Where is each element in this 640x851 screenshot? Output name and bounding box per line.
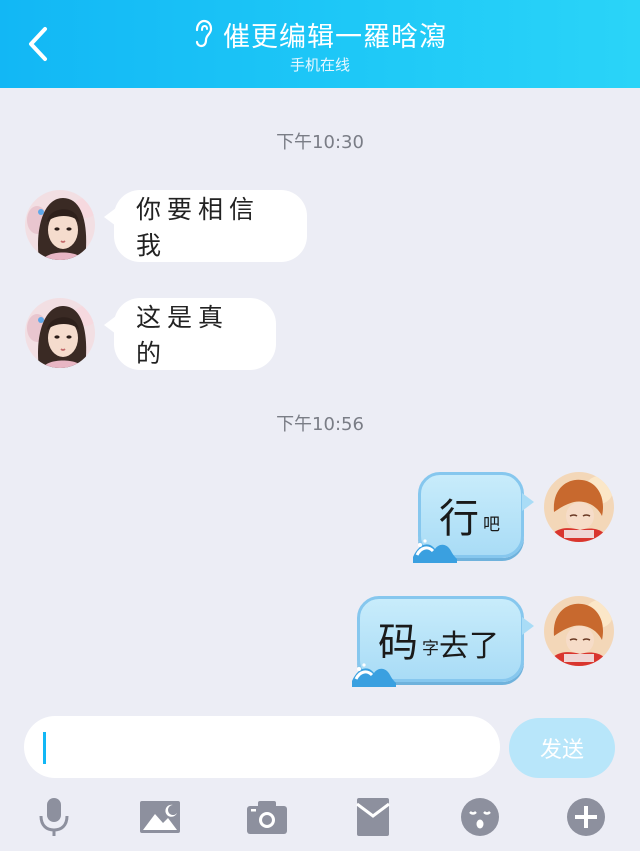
message-text: 你要相信我 xyxy=(136,195,261,260)
my-avatar[interactable] xyxy=(544,472,614,542)
microphone-icon[interactable] xyxy=(29,792,79,842)
ear-icon xyxy=(195,19,213,48)
wave-decoration-icon xyxy=(413,539,457,563)
chat-title: 催更编辑一羅晗瀉 xyxy=(223,21,447,53)
contact-avatar[interactable] xyxy=(25,298,95,368)
timestamp: 下午10:56 xyxy=(276,414,364,435)
title-row[interactable]: 催更编辑一羅晗瀉 xyxy=(0,14,640,54)
message-text-small: 吧 xyxy=(483,514,500,535)
incoming-message[interactable]: 这是真的 xyxy=(104,298,276,370)
timestamp: 下午10:30 xyxy=(276,132,364,153)
emoji-icon[interactable] xyxy=(455,792,505,842)
message-text-medium: 去了 xyxy=(439,629,499,664)
image-icon[interactable] xyxy=(135,792,185,842)
my-avatar[interactable] xyxy=(544,596,614,666)
outgoing-message[interactable]: 行 吧 xyxy=(413,472,534,563)
chat-header: 催更编辑一羅晗瀉 手机在线 xyxy=(0,0,640,88)
message-text: 这是真的 xyxy=(136,303,230,368)
message-text-large: 码 xyxy=(378,620,418,666)
red-packet-icon[interactable] xyxy=(348,792,398,842)
wave-decoration-icon xyxy=(352,663,396,687)
camera-icon[interactable] xyxy=(242,792,292,842)
incoming-message[interactable]: 你要相信我 xyxy=(104,190,307,262)
contact-avatar[interactable] xyxy=(25,190,95,260)
online-status: 手机在线 xyxy=(289,56,350,74)
text-caret xyxy=(43,732,46,764)
outgoing-message[interactable]: 码 字 去了 xyxy=(352,596,534,687)
message-input[interactable] xyxy=(24,716,500,778)
message-text-large: 行 xyxy=(439,496,479,542)
send-button[interactable]: 发送 xyxy=(509,718,615,778)
message-text-small: 字 xyxy=(422,638,439,659)
plus-icon[interactable] xyxy=(561,792,611,842)
